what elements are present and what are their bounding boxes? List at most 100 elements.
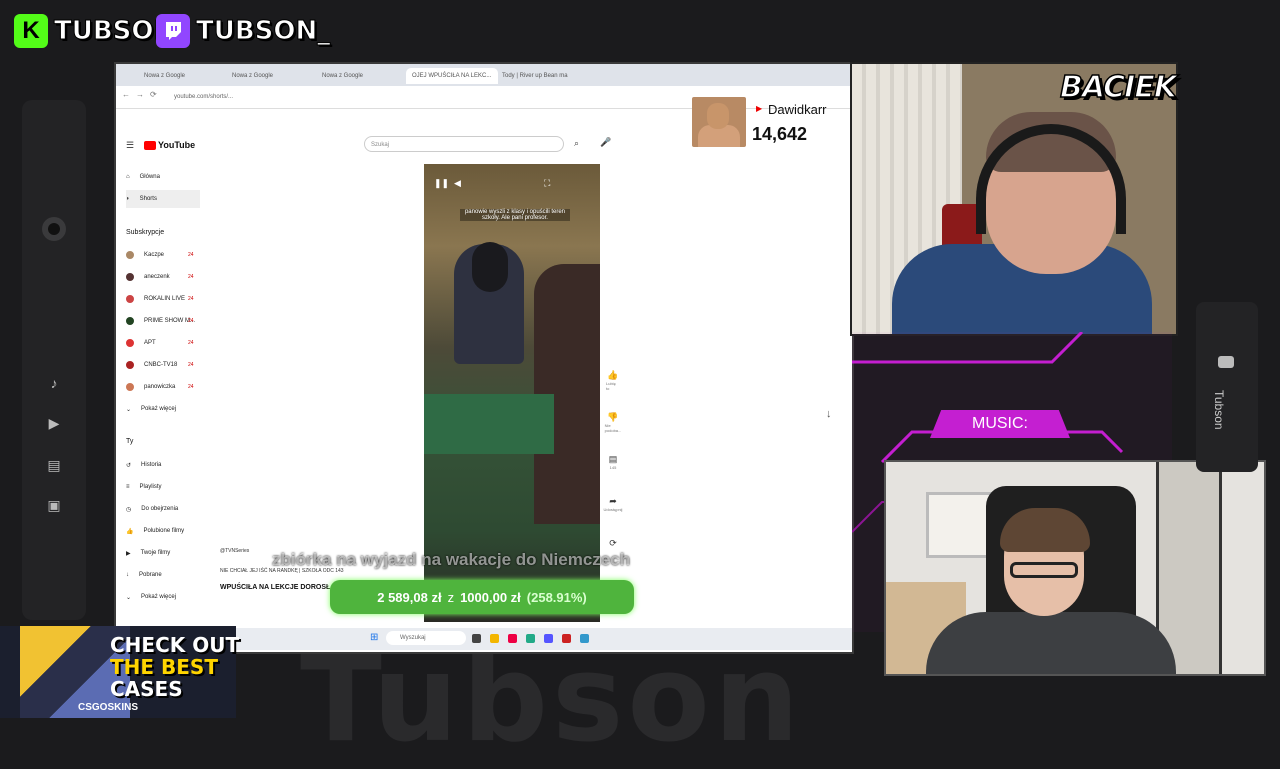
avatar-face — [707, 103, 729, 129]
sidebar-item-shorts[interactable]: ◗ Shorts — [126, 190, 200, 208]
ad-line3: CASES — [110, 677, 183, 701]
sidebar-item-history[interactable]: ↺ Historia — [126, 456, 161, 474]
url-text[interactable]: youtube.com/shorts/... — [174, 91, 674, 103]
video-caption: panowie wyszli z klasy i opuścili teren … — [460, 209, 570, 221]
explorer-icon[interactable] — [490, 634, 499, 643]
webcam-secondary — [884, 460, 1266, 676]
discord-icon[interactable] — [544, 634, 553, 643]
next-video-icon[interactable]: ↓ — [826, 408, 832, 420]
avatar-icon — [126, 251, 134, 259]
background-watermark: Tubson — [300, 630, 804, 769]
glasses — [1010, 562, 1078, 578]
donation-goal: 1000,00 zł — [460, 589, 521, 605]
subscriptions-heading[interactable]: Subskrypcje — [126, 229, 164, 236]
chevron-down-icon: ⌄ — [126, 594, 132, 601]
youtube-icon — [1218, 356, 1234, 368]
follower-count: 14,642 — [752, 124, 808, 144]
comment-button[interactable]: ▤ 145 — [606, 454, 620, 470]
reload-icon[interactable]: ⟳ — [150, 90, 157, 99]
ad-line2: THE BEST — [110, 655, 218, 679]
volume-icon[interactable]: ◀ — [454, 178, 461, 189]
sidebar-subscription[interactable]: panowiczka 24 — [126, 378, 194, 396]
kick-handle: K TUBSON — [14, 12, 176, 50]
cam-hoodie — [926, 612, 1176, 674]
windows-start-icon[interactable]: ⊞ — [370, 632, 378, 643]
tab-bar: Nowa z Google Nowa z Google Nowa z Googl… — [116, 64, 852, 86]
remix-button[interactable]: ⟳ — [606, 538, 620, 549]
taskbar-search[interactable]: Wyszukaj — [386, 631, 466, 645]
you-heading[interactable]: Ty — [126, 438, 133, 445]
tab[interactable]: Nowa z Google — [138, 68, 191, 84]
search-icon[interactable]: ⌕ — [574, 138, 579, 149]
like-icon: 👍 — [607, 370, 619, 380]
tab[interactable]: Tody | River up Bean ma — [496, 68, 574, 84]
clock-icon: ◷ — [126, 506, 132, 513]
mic-icon[interactable]: 🎤 — [600, 137, 611, 148]
dislike-icon: 👎 — [607, 412, 619, 422]
youtube-logo[interactable]: YouTube — [144, 140, 195, 150]
avatar-icon — [126, 361, 134, 369]
image-icon[interactable]: ▣ — [22, 490, 86, 520]
video-scene-table — [424, 394, 554, 454]
search-input[interactable]: Szukaj — [364, 136, 564, 152]
app-icon[interactable] — [562, 634, 571, 643]
sidebar-subscription[interactable]: Kaczpe 24 — [126, 246, 194, 264]
remix-icon: ⟳ — [609, 538, 617, 548]
sidebar-show-more[interactable]: ⌄ Pokaż więcej — [126, 588, 176, 606]
rail-channel-name: Tubson — [1212, 390, 1226, 430]
channel-name[interactable]: @TVNSeries — [220, 548, 249, 554]
pause-icon[interactable]: ❚❚ — [434, 178, 449, 189]
sidebar-item-home[interactable]: ⌂ Główna — [126, 168, 160, 186]
fullscreen-icon[interactable]: ⛶ — [544, 178, 550, 189]
back-icon[interactable]: ← — [122, 90, 130, 99]
tab-active[interactable]: OJEJ WPUŚCIŁA NA LEKC... — [406, 68, 498, 84]
music-label: MUSIC: — [930, 410, 1070, 438]
like-button[interactable]: 👍 Lubię to — [606, 370, 620, 391]
avatar-icon — [126, 383, 134, 391]
dislike-button[interactable]: 👎 Nie podoba... — [605, 412, 622, 433]
video-icon: ▶ — [126, 550, 131, 557]
ad-brand: CSGOSKINS — [78, 702, 139, 713]
youtube-play-icon — [144, 140, 156, 150]
follower-name: Dawidkarr — [768, 102, 827, 117]
sidebar-item-downloads[interactable]: ↓ Pobrane — [126, 566, 162, 584]
sidebar-item-watch-later[interactable]: ◷ Do obejrzenia — [126, 500, 178, 518]
left-dock — [22, 100, 86, 620]
video-title[interactable]: WPUŚCIŁA NA LEKCJE DOROSŁ... — [220, 584, 336, 591]
history-icon: ↺ — [126, 462, 132, 469]
sidebar-subscription[interactable]: ROKALIN LIVE 24 — [126, 290, 194, 308]
donation-goal-bar: 2 589,08 zł z 1000,00 zł (258.91%) — [330, 580, 634, 614]
music-note-icon[interactable]: ♪ — [22, 368, 86, 398]
tab[interactable]: Nowa z Google — [316, 68, 369, 84]
donation-raised: 2 589,08 zł — [377, 589, 442, 605]
app-icon[interactable] — [580, 634, 589, 643]
stream-subtitle: zbiórka na wyjazd na wakacje do Niemczec… — [272, 550, 631, 569]
video-scene-head — [472, 242, 508, 292]
avatar-icon — [126, 339, 134, 347]
follower-avatar — [692, 97, 746, 147]
sidebar-item-your-videos[interactable]: ▶ Twoje filmy — [126, 544, 170, 562]
film-icon[interactable]: ▤ — [22, 450, 86, 480]
youtube-small-icon: ▶ — [756, 104, 763, 113]
avatar-icon — [126, 273, 134, 281]
sidebar-subscription[interactable]: aneczenk 24 — [126, 268, 194, 286]
share-button[interactable]: ➦ Udostępnij — [604, 496, 623, 512]
app-icon[interactable] — [508, 634, 517, 643]
sidebar-subscription[interactable]: APT 24 — [126, 334, 194, 352]
webcam-name-tag: BACIEK — [1059, 69, 1178, 106]
menu-icon[interactable]: ☰ — [126, 140, 134, 151]
home-icon: ⌂ — [126, 174, 130, 180]
tab[interactable]: Nowa z Google — [226, 68, 279, 84]
donation-percent: (258.91%) — [526, 589, 587, 605]
forward-icon[interactable]: → — [136, 90, 144, 99]
sidebar-subscription[interactable]: PRIME SHOW M... 24 — [126, 312, 195, 330]
sidebar-item-liked[interactable]: 👍 Polubione filmy — [126, 522, 184, 540]
sidebar-item-playlists[interactable]: ≡ Playlisty — [126, 478, 162, 496]
playlist-icon: ≡ — [126, 484, 130, 490]
sidebar-show-more[interactable]: ⌄ Pokaż więcej — [126, 400, 176, 418]
play-icon[interactable]: ▶ — [22, 408, 86, 438]
avatar-icon — [126, 295, 134, 303]
sidebar-subscription[interactable]: CNBC-TV18 24 — [126, 356, 194, 374]
chrome-icon[interactable] — [526, 634, 535, 643]
taskview-icon[interactable] — [472, 634, 481, 643]
